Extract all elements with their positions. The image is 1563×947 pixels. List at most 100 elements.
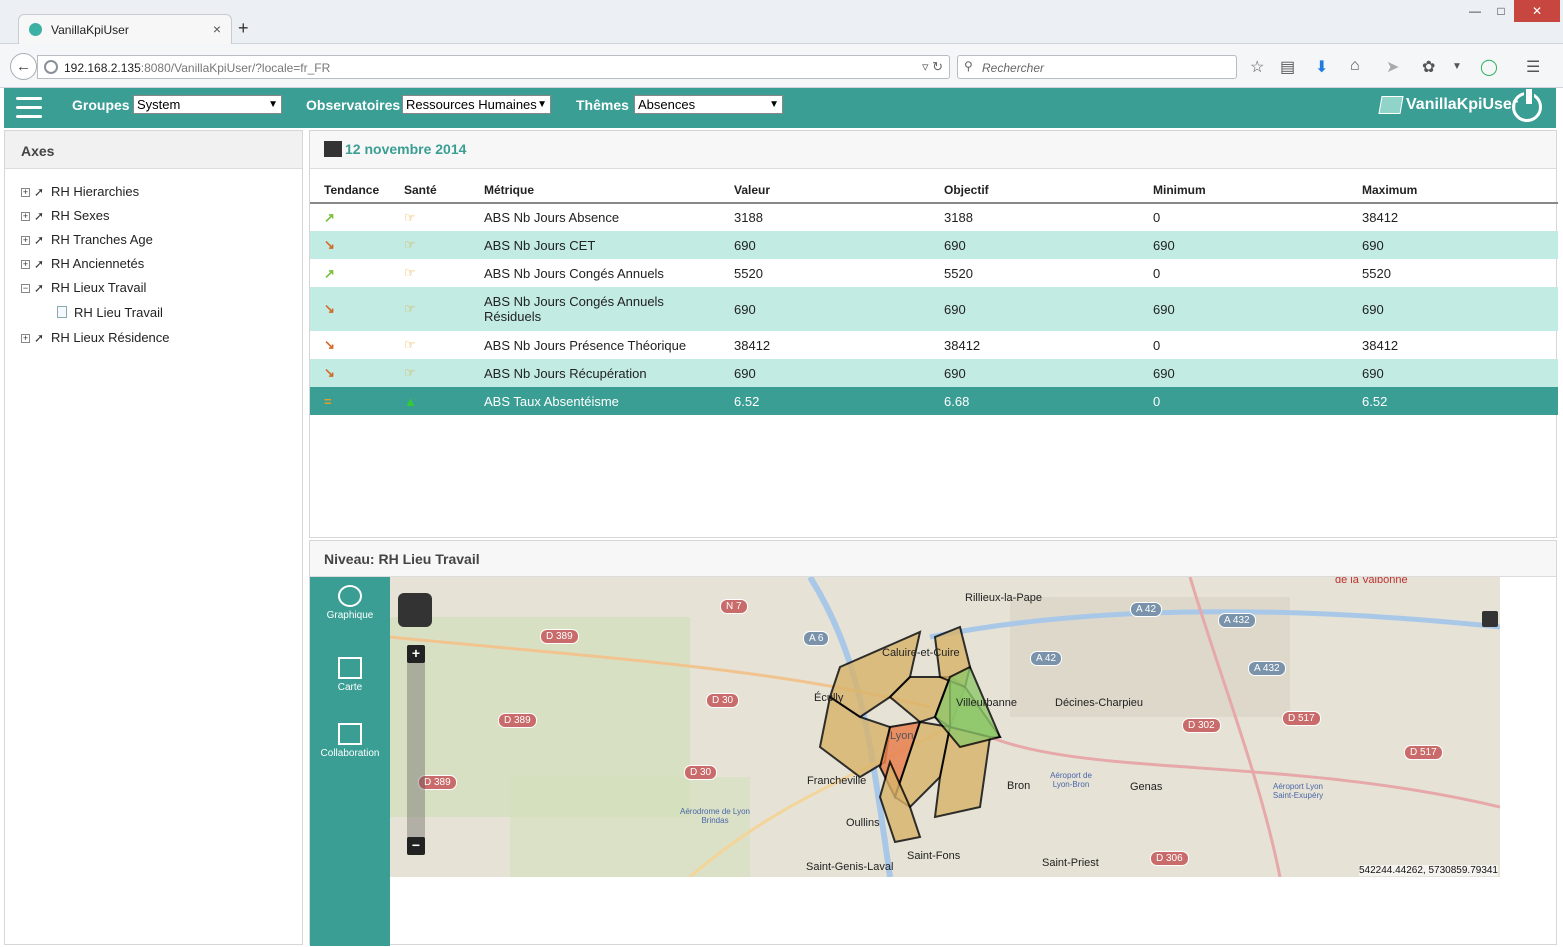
map-canvas[interactable]: Rillieux-la-Pape Caluire-et-Cuire Écully… [390,577,1500,877]
column-header-minimum[interactable]: Minimum [1139,177,1348,204]
tree-item-rh-anciennetes[interactable]: + ➚ RH Anciennetés [21,256,144,271]
search-icon: ⚲ [964,59,973,73]
groupes-select[interactable]: System ▼ [133,95,282,114]
calendar-icon[interactable] [324,141,342,157]
health-hand-icon: ☞ [404,265,416,280]
collaboration-button[interactable]: Collaboration [310,723,390,759]
road-badge: D 302 [1182,718,1221,733]
window-close-button[interactable]: ✕ [1514,0,1560,22]
zoom-out-button[interactable]: − [407,837,425,855]
table-row-selected[interactable]: = ▲ ABS Taux Absentéisme 6.52 6.68 0 6.5… [310,387,1558,415]
power-logout-icon[interactable] [1512,89,1542,122]
expand-icon[interactable]: + [21,188,30,197]
chevron-down-icon: ▼ [268,99,278,110]
road-badge: D 30 [706,693,740,708]
layers-icon[interactable] [1482,611,1498,627]
place-label: Lyon [890,730,914,742]
tree-item-rh-lieu-travail[interactable]: RH Lieu Travail [57,305,163,320]
extension-dropdown-icon[interactable]: ▼ [1452,61,1462,72]
graphique-button[interactable]: Graphique [310,585,390,621]
column-header-valeur[interactable]: Valeur [720,177,930,204]
metric-valeur: 690 [720,287,930,331]
home-icon[interactable]: ⌂ [1350,57,1360,75]
globe-icon [44,60,58,74]
map-pan-control[interactable] [398,593,432,627]
table-row[interactable]: ↗ ☞ ABS Nb Jours Absence 3188 3188 0 384… [310,203,1558,231]
extension-icon[interactable]: ✿ [1422,57,1435,77]
pie-chart-icon [338,585,362,607]
road-badge: D 306 [1150,851,1189,866]
hamburger-menu-icon[interactable] [16,97,42,119]
observatoires-select[interactable]: Ressources Humaines ▼ [402,95,551,114]
trend-up-icon: ↗ [324,210,335,225]
back-button[interactable]: ← [10,53,37,80]
download-icon[interactable]: ⬇ [1315,57,1328,77]
place-label: Villeurbanne [956,697,1017,709]
tree-item-rh-lieux-residence[interactable]: + ➚ RH Lieux Résidence [21,330,170,345]
chevron-down-icon: ▼ [769,99,779,110]
tree-item-rh-hierarchies[interactable]: + ➚ RH Hierarchies [21,184,139,199]
tree-item-label: RH Tranches Age [51,232,153,247]
tree-item-rh-sexes[interactable]: + ➚ RH Sexes [21,208,110,223]
favicon-icon [29,23,42,36]
search-bar[interactable]: ⚲ Rechercher [957,55,1237,79]
metric-valeur: 3188 [734,210,763,225]
expand-icon[interactable]: + [21,236,30,245]
expand-icon[interactable]: + [21,260,30,269]
column-header-tendance[interactable]: Tendance [310,177,390,204]
groupes-value: System [137,97,181,112]
tab-close-icon[interactable]: × [213,21,221,37]
new-tab-button[interactable]: + [238,18,249,39]
metrics-table: Tendance Santé Métrique Valeur Objectif … [310,177,1558,415]
column-header-metrique[interactable]: Métrique [470,177,720,204]
map-zoom-slider[interactable] [407,645,425,855]
column-header-objectif[interactable]: Objectif [930,177,1139,204]
expand-icon[interactable]: + [21,334,30,343]
road-badge: A 6 [803,631,830,646]
table-row[interactable]: ↘ ☞ ABS Nb Jours Récupération 690 690 69… [310,359,1558,387]
road-badge: D 389 [498,713,537,728]
send-icon[interactable]: ➤ [1386,57,1399,77]
addon-icon[interactable]: ◯ [1480,57,1498,77]
metric-name: ABS Nb Jours CET [470,231,720,259]
themes-select[interactable]: Absences ▼ [634,95,783,114]
map-panel: Niveau: RH Lieu Travail Graphique Carte … [309,540,1557,946]
tree-item-label: RH Anciennetés [51,256,145,271]
metric-minimum: 0 [1139,387,1348,415]
table-row[interactable]: ↗ ☞ ABS Nb Jours Congés Annuels 5520 552… [310,259,1558,287]
metrics-date[interactable]: 12 novembre 2014 [345,141,466,157]
reading-list-icon[interactable]: ▤ [1280,57,1295,77]
road-badge: A 432 [1218,613,1256,628]
carte-button[interactable]: Carte [310,657,390,693]
table-row[interactable]: ↘ ☞ ABS Nb Jours Présence Théorique 3841… [310,331,1558,359]
metric-objectif: 38412 [944,337,981,353]
table-row[interactable]: ↘ ☞ ABS Nb Jours Congés Annuels Résiduel… [310,287,1558,331]
health-hand-icon: ☞ [404,237,416,252]
tree-item-rh-lieux-travail[interactable]: − ➚ RH Lieux Travail [21,280,146,295]
expand-icon[interactable]: + [21,212,30,221]
url-bar[interactable]: 192.168.2.135:8080/VanillaKpiUser/?local… [37,55,950,79]
tree-item-rh-tranches-age[interactable]: + ➚ RH Tranches Age [21,232,153,247]
metric-objectif: 690 [930,359,1139,387]
hierarchy-icon: ➚ [34,257,45,271]
collapse-icon[interactable]: − [21,284,30,293]
airport-label: Aérodrome de Lyon Brindas [680,807,750,825]
observatoires-value: Ressources Humaines [406,97,537,112]
hierarchy-icon: ➚ [34,331,45,345]
tree-item-label: RH Sexes [51,208,110,223]
menu-icon[interactable]: ☰ [1526,57,1540,77]
window-minimize-button[interactable]: — [1462,0,1488,22]
window-maximize-button[interactable]: □ [1488,0,1514,22]
reload-icon[interactable]: ▿ ↻ [922,59,943,75]
metrics-header: 12 novembre 2014 [310,131,1556,169]
table-row[interactable]: ↘ ☞ ABS Nb Jours CET 690 690 690 690 [310,231,1558,259]
browser-tab[interactable]: VanillaKpiUser × [18,14,232,44]
map-title: Niveau: RH Lieu Travail [310,541,1556,577]
column-header-sante[interactable]: Santé [390,177,470,204]
zoom-in-button[interactable]: + [407,645,425,663]
column-header-maximum[interactable]: Maximum [1348,177,1558,204]
trend-down-icon: ↘ [324,365,335,380]
metric-maximum: 690 [1348,231,1558,259]
brand-name: VanillaKpiUser [1406,96,1519,114]
bookmark-star-icon[interactable]: ☆ [1250,57,1264,77]
